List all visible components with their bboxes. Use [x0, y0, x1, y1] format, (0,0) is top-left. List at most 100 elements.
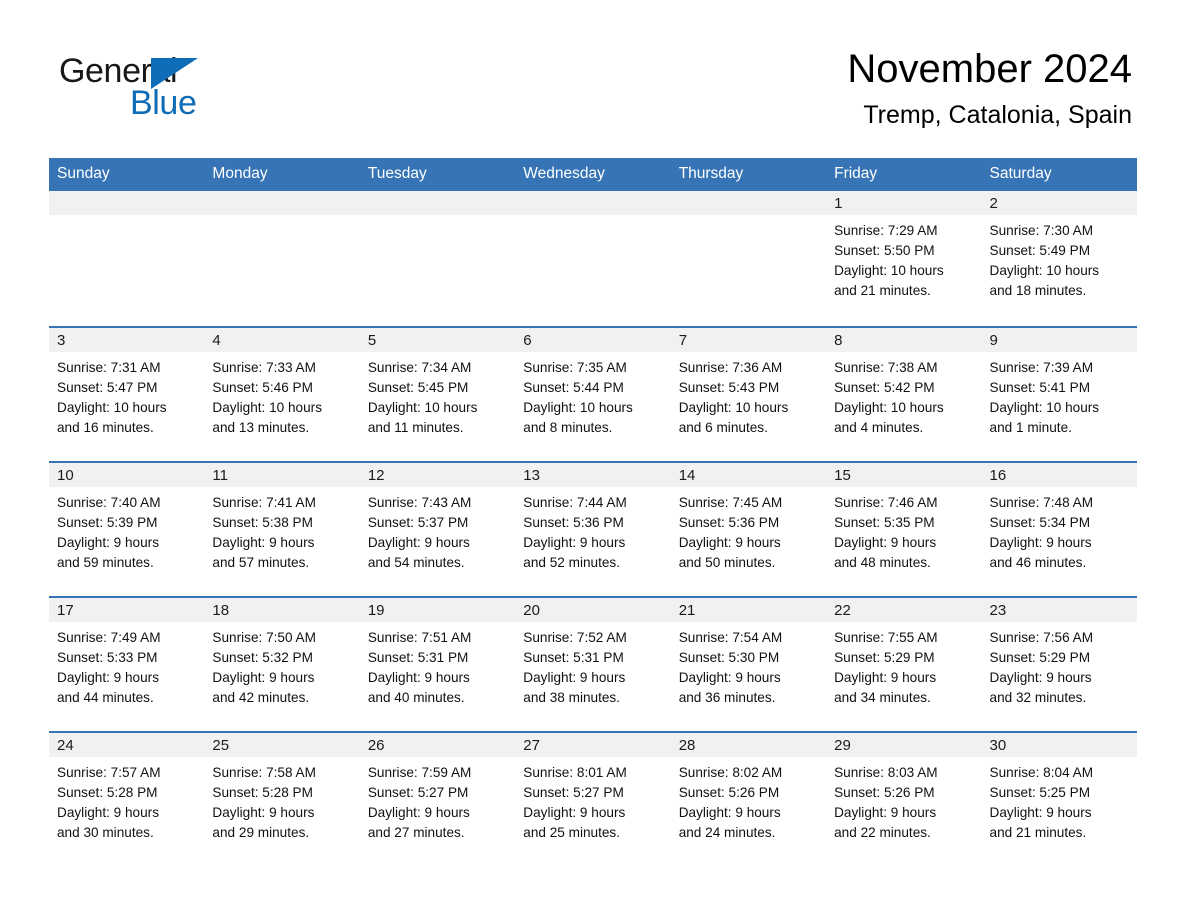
- page-title: November 2024: [847, 47, 1132, 91]
- calendar-day-cell[interactable]: 22 Sunrise: 7:55 AM Sunset: 5:29 PM Dayligh…: [826, 596, 982, 731]
- daylight-duration-line2: and 54 minutes.: [367, 555, 465, 570]
- sunset-time: Sunset: 5:30 PM: [678, 650, 780, 665]
- weekday-header-monday: Monday: [204, 158, 360, 191]
- day-cell-inner: [204, 191, 360, 326]
- calendar-day-cell[interactable]: 7 Sunrise: 7:36 AM Sunset: 5:43 PM Daylight…: [670, 326, 827, 461]
- weekday-header-thursday: Thursday: [670, 158, 827, 191]
- calendar-day-cell[interactable]: 12 Sunrise: 7:43 AM Sunset: 5:37 PM Dayligh…: [359, 461, 516, 596]
- day-cell-inner: 16 Sunrise: 7:48 AM Sunset: 5:34 PM Dayligh…: [981, 461, 1137, 596]
- daylight-duration-line2: and 6 minutes.: [678, 420, 768, 435]
- calendar-day-cell[interactable]: 19 Sunrise: 7:51 AM Sunset: 5:31 PM Dayligh…: [359, 596, 516, 731]
- calendar-day-cell[interactable]: 1 Sunrise: 7:29 AM Sunset: 5:50 PM Daylight…: [826, 191, 982, 326]
- day-cell-inner: 24 Sunrise: 7:57 AM Sunset: 5:28 PM Dayligh…: [49, 731, 205, 866]
- calendar-day-cell[interactable]: 10 Sunrise: 7:40 AM Sunset: 5:39 PM Dayligh…: [49, 461, 205, 596]
- day-number: 9: [981, 328, 1137, 352]
- day-number: 25: [204, 733, 360, 757]
- sunset-time: Sunset: 5:26 PM: [678, 785, 780, 800]
- sunrise-time: Sunrise: 7:46 AM: [834, 495, 938, 510]
- sunrise-time: Sunrise: 7:33 AM: [212, 360, 316, 375]
- daylight-duration-line2: and 34 minutes.: [834, 690, 931, 705]
- sunrise-time: Sunrise: 7:44 AM: [523, 495, 627, 510]
- sunrise-time: Sunrise: 7:59 AM: [367, 765, 472, 780]
- calendar-day-cell[interactable]: 3 Sunrise: 7:31 AM Sunset: 5:47 PM Daylight…: [49, 326, 205, 461]
- calendar-day-cell[interactable]: 2 Sunrise: 7:30 AM Sunset: 5:49 PM Daylight…: [981, 191, 1137, 326]
- day-details: Sunrise: 7:31 AM Sunset: 5:47 PM Daylight:…: [49, 352, 204, 438]
- calendar-day-cell[interactable]: 25 Sunrise: 7:58 AM Sunset: 5:28 PM Dayligh…: [204, 731, 360, 866]
- day-number: 28: [670, 733, 827, 757]
- daylight-duration-line2: and 48 minutes.: [834, 555, 931, 570]
- day-details: Sunrise: 7:50 AM Sunset: 5:32 PM Daylight:…: [204, 622, 359, 708]
- day-details: Sunrise: 7:48 AM Sunset: 5:34 PM Daylight:…: [982, 487, 1137, 573]
- calendar-day-cell[interactable]: 13 Sunrise: 7:44 AM Sunset: 5:36 PM Dayligh…: [515, 461, 671, 596]
- day-number: [359, 191, 516, 215]
- day-cell-inner: 18 Sunrise: 7:50 AM Sunset: 5:32 PM Dayligh…: [204, 596, 360, 731]
- day-number: 8: [826, 328, 982, 352]
- day-details: Sunrise: 7:49 AM Sunset: 5:33 PM Daylight:…: [49, 622, 204, 708]
- daylight-duration-line1: Daylight: 10 hours: [212, 400, 322, 415]
- sunset-time: Sunset: 5:31 PM: [367, 650, 469, 665]
- calendar-day-cell[interactable]: 30 Sunrise: 8:04 AM Sunset: 5:25 PM Dayligh…: [981, 731, 1137, 866]
- day-details: Sunrise: 7:39 AM Sunset: 5:41 PM Daylight:…: [982, 352, 1137, 438]
- daylight-duration-line2: and 29 minutes.: [212, 825, 310, 840]
- daylight-duration-line1: Daylight: 9 hours: [834, 805, 937, 820]
- day-number: 4: [204, 328, 360, 352]
- calendar-day-cell[interactable]: 27 Sunrise: 8:01 AM Sunset: 5:27 PM Dayligh…: [515, 731, 671, 866]
- day-details: Sunrise: 7:35 AM Sunset: 5:44 PM Daylight:…: [515, 352, 670, 438]
- sunset-time: Sunset: 5:49 PM: [989, 243, 1091, 258]
- calendar-day-cell[interactable]: 20 Sunrise: 7:52 AM Sunset: 5:31 PM Dayligh…: [515, 596, 671, 731]
- daylight-duration-line2: and 4 minutes.: [834, 420, 924, 435]
- day-cell-inner: 4 Sunrise: 7:33 AM Sunset: 5:46 PM Daylight…: [204, 326, 360, 461]
- calendar-day-cell: [204, 191, 360, 326]
- sunrise-time: Sunrise: 7:49 AM: [57, 630, 161, 645]
- calendar-day-cell[interactable]: 8 Sunrise: 7:38 AM Sunset: 5:42 PM Daylight…: [826, 326, 982, 461]
- day-number: [670, 191, 827, 215]
- calendar-day-cell[interactable]: 26 Sunrise: 7:59 AM Sunset: 5:27 PM Dayligh…: [359, 731, 516, 866]
- calendar-day-cell[interactable]: 9 Sunrise: 7:39 AM Sunset: 5:41 PM Daylight…: [981, 326, 1137, 461]
- sunset-time: Sunset: 5:32 PM: [212, 650, 313, 665]
- calendar-day-cell[interactable]: 28 Sunrise: 8:02 AM Sunset: 5:26 PM Dayligh…: [670, 731, 827, 866]
- day-cell-inner: 6 Sunrise: 7:35 AM Sunset: 5:44 PM Daylight…: [515, 326, 671, 461]
- calendar-day-cell[interactable]: 14 Sunrise: 7:45 AM Sunset: 5:36 PM Dayligh…: [670, 461, 827, 596]
- daylight-duration-line2: and 46 minutes.: [989, 555, 1087, 570]
- calendar-day-cell[interactable]: 29 Sunrise: 8:03 AM Sunset: 5:26 PM Dayligh…: [826, 731, 982, 866]
- sunrise-time: Sunrise: 7:41 AM: [212, 495, 316, 510]
- sunset-time: Sunset: 5:44 PM: [523, 380, 624, 395]
- sunrise-time: Sunrise: 8:01 AM: [523, 765, 627, 780]
- calendar-table: Sunday Monday Tuesday Wednesday Thursday…: [49, 158, 1137, 866]
- calendar-day-cell[interactable]: 16 Sunrise: 7:48 AM Sunset: 5:34 PM Dayligh…: [981, 461, 1137, 596]
- day-details: Sunrise: 7:58 AM Sunset: 5:28 PM Daylight:…: [204, 757, 359, 843]
- calendar-day-cell[interactable]: 15 Sunrise: 7:46 AM Sunset: 5:35 PM Dayligh…: [826, 461, 982, 596]
- day-number: 18: [204, 598, 360, 622]
- daylight-duration-line2: and 16 minutes.: [57, 420, 154, 435]
- daylight-duration-line1: Daylight: 9 hours: [57, 535, 160, 550]
- calendar-day-cell: [49, 191, 205, 326]
- sunrise-time: Sunrise: 7:51 AM: [367, 630, 472, 645]
- calendar-day-cell[interactable]: 11 Sunrise: 7:41 AM Sunset: 5:38 PM Dayligh…: [204, 461, 360, 596]
- day-cell-inner: 15 Sunrise: 7:46 AM Sunset: 5:35 PM Dayligh…: [826, 461, 982, 596]
- sunset-time: Sunset: 5:50 PM: [834, 243, 935, 258]
- day-details: Sunrise: 7:34 AM Sunset: 5:45 PM Daylight:…: [360, 352, 515, 438]
- sunset-time: Sunset: 5:28 PM: [212, 785, 313, 800]
- calendar-day-cell[interactable]: 21 Sunrise: 7:54 AM Sunset: 5:30 PM Dayligh…: [670, 596, 827, 731]
- day-number: 19: [359, 598, 516, 622]
- daylight-duration-line2: and 38 minutes.: [523, 690, 620, 705]
- calendar-day-cell[interactable]: 23 Sunrise: 7:56 AM Sunset: 5:29 PM Dayligh…: [981, 596, 1137, 731]
- day-number: 16: [981, 463, 1137, 487]
- calendar-day-cell[interactable]: 5 Sunrise: 7:34 AM Sunset: 5:45 PM Daylight…: [359, 326, 516, 461]
- daylight-duration-line2: and 27 minutes.: [367, 825, 465, 840]
- sunset-time: Sunset: 5:27 PM: [367, 785, 469, 800]
- calendar-page: General Blue November 2024 Tremp, Catalo…: [0, 0, 1188, 918]
- sunrise-time: Sunrise: 7:31 AM: [57, 360, 161, 375]
- daylight-duration-line1: Daylight: 9 hours: [212, 805, 315, 820]
- calendar-day-cell[interactable]: 4 Sunrise: 7:33 AM Sunset: 5:46 PM Daylight…: [204, 326, 360, 461]
- weekday-header-sunday: Sunday: [49, 158, 205, 191]
- sunset-time: Sunset: 5:38 PM: [212, 515, 313, 530]
- calendar-day-cell[interactable]: 24 Sunrise: 7:57 AM Sunset: 5:28 PM Dayligh…: [49, 731, 205, 866]
- generalblue-logo[interactable]: General Blue: [59, 52, 319, 122]
- calendar-day-cell[interactable]: 18 Sunrise: 7:50 AM Sunset: 5:32 PM Dayligh…: [204, 596, 360, 731]
- day-details: Sunrise: 7:56 AM Sunset: 5:29 PM Daylight:…: [982, 622, 1137, 708]
- sunset-time: Sunset: 5:29 PM: [989, 650, 1091, 665]
- calendar-day-cell[interactable]: 17 Sunrise: 7:49 AM Sunset: 5:33 PM Dayligh…: [49, 596, 205, 731]
- sunrise-time: Sunrise: 7:38 AM: [834, 360, 938, 375]
- calendar-day-cell[interactable]: 6 Sunrise: 7:35 AM Sunset: 5:44 PM Daylight…: [515, 326, 671, 461]
